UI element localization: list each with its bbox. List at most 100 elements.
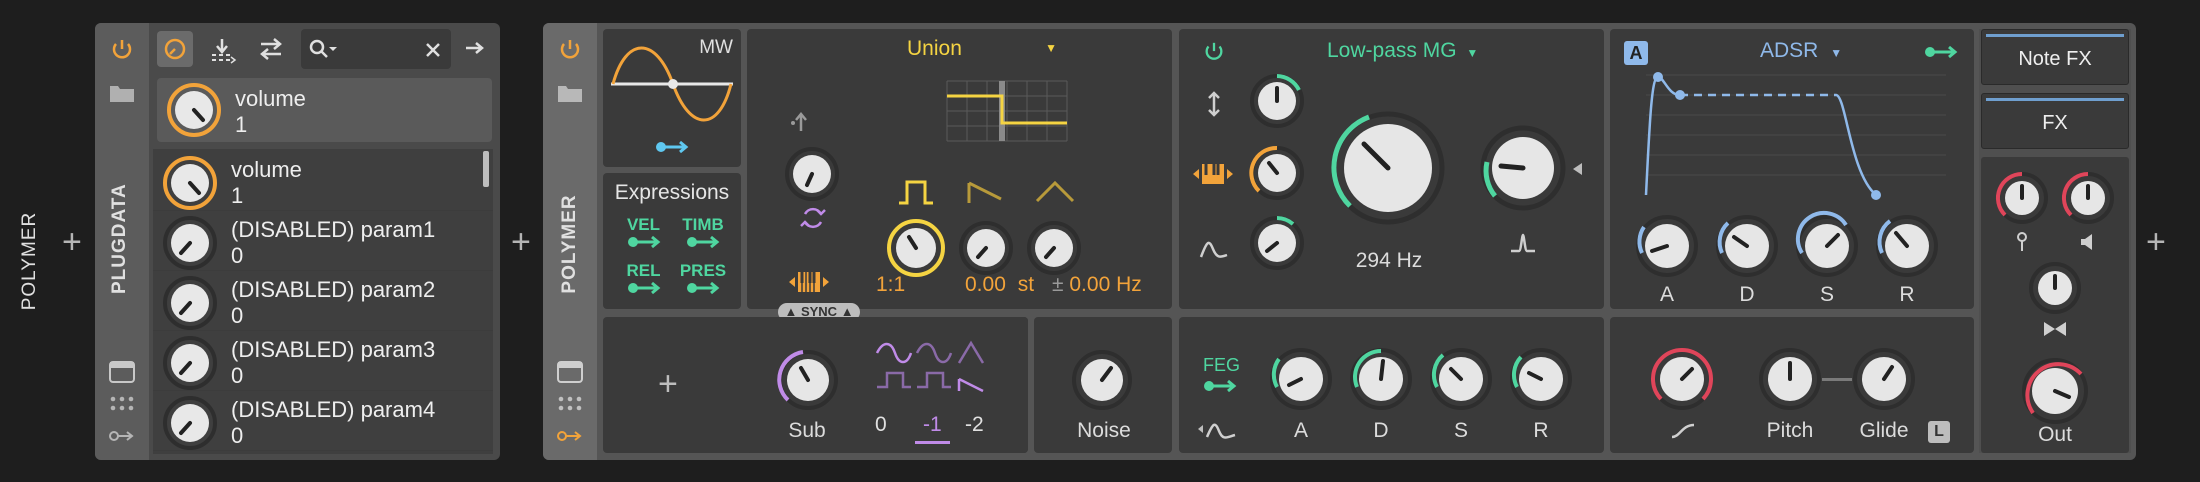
pitch-knob[interactable] <box>1758 347 1822 411</box>
expression-pres[interactable]: PRES <box>678 261 728 300</box>
clear-search-icon[interactable] <box>425 42 441 58</box>
param-knob[interactable] <box>163 276 217 330</box>
param-knob[interactable] <box>163 156 217 210</box>
window-icon[interactable] <box>109 361 135 383</box>
adsr-knob[interactable] <box>1794 210 1860 279</box>
triangle-level-knob[interactable] <box>1027 221 1081 275</box>
resonance-target-icon[interactable] <box>1571 161 1583 177</box>
expression-vel[interactable]: VEL <box>621 215 666 254</box>
output-knob[interactable] <box>2021 357 2089 425</box>
width-knob[interactable] <box>2028 261 2082 315</box>
adsr-envelope-graph[interactable] <box>1644 72 1946 213</box>
saw-level-knob[interactable] <box>959 221 1013 275</box>
feg-knob-r[interactable]: R <box>1509 347 1573 442</box>
square-wave-icon[interactable] <box>897 179 935 205</box>
feg-knob[interactable] <box>1349 347 1413 411</box>
osc-fine-value[interactable]: ± 0.00 Hz <box>1052 273 1142 297</box>
filter-mod1-knob[interactable] <box>1249 73 1305 129</box>
param-knob[interactable] <box>163 396 217 450</box>
volume-knob[interactable] <box>2061 171 2115 225</box>
power-icon[interactable] <box>110 38 134 62</box>
param-row[interactable]: (DISABLED) param2 0 <box>153 271 493 331</box>
swap-arrows-icon[interactable] <box>259 38 283 60</box>
modulators-grid-icon[interactable] <box>558 396 582 414</box>
power-icon[interactable] <box>1203 41 1225 63</box>
plugdata-device-title[interactable]: PLUGDATA <box>109 183 131 294</box>
sub-octave-minus1[interactable]: -1 <box>915 413 950 444</box>
feg-knob[interactable] <box>1269 347 1333 411</box>
modulation-routing-icon[interactable] <box>109 428 135 444</box>
keyboard-tracking-icon[interactable] <box>787 269 831 295</box>
adsr-badge[interactable]: A <box>1624 41 1648 65</box>
sub-level-knob[interactable] <box>777 349 839 411</box>
adsr-knob[interactable] <box>1874 213 1940 279</box>
envelope-shape-icon[interactable] <box>1199 237 1229 259</box>
glide-legato-badge[interactable]: L <box>1928 421 1950 443</box>
filter-type-selector[interactable]: Low-pass MG ▼ <box>1327 39 1478 63</box>
feg-knob-a[interactable]: A <box>1269 347 1333 442</box>
resonance-peak-icon[interactable] <box>1509 233 1537 253</box>
search-input[interactable] <box>301 29 451 69</box>
param-row[interactable]: (DISABLED) param1 0 <box>153 211 493 271</box>
mod-arrow-icon[interactable] <box>1203 379 1237 393</box>
osc-shape-knob[interactable] <box>785 147 839 201</box>
filter-cutoff-knob[interactable] <box>1329 109 1447 227</box>
param-knob[interactable] <box>163 336 217 390</box>
expression-timb[interactable]: TIMB <box>678 215 728 254</box>
selected-param[interactable]: volume 1 <box>157 78 492 142</box>
adsr-title[interactable]: ADSR ▼ <box>1760 39 1842 63</box>
import-params-icon[interactable] <box>210 37 238 64</box>
modulators-grid-icon[interactable] <box>110 396 134 414</box>
adsr-knob[interactable] <box>1714 213 1780 279</box>
osc-pitch-value[interactable]: 0.00 st <box>965 273 1034 297</box>
polymer-device-title[interactable]: POLYMER <box>559 194 581 294</box>
adsr-knob[interactable] <box>1634 213 1700 279</box>
mod-arrow-icon[interactable] <box>1924 45 1958 59</box>
square-level-knob[interactable] <box>887 219 945 277</box>
velocity-knob[interactable] <box>1650 347 1714 411</box>
adsr-knob-s[interactable]: S <box>1794 210 1860 306</box>
param-row[interactable]: (DISABLED) param4 0 <box>153 391 493 451</box>
fx-button[interactable]: FX <box>1981 93 2129 149</box>
adsr-knob-d[interactable]: D <box>1714 213 1780 306</box>
folder-icon[interactable] <box>109 83 135 103</box>
filter-resonance-knob[interactable] <box>1479 124 1567 212</box>
filter-keytrack-knob[interactable] <box>1249 145 1305 201</box>
plugin-ui-button[interactable] <box>157 31 193 67</box>
folder-icon[interactable] <box>557 83 583 103</box>
power-icon[interactable] <box>558 38 582 62</box>
feg-knob[interactable] <box>1429 347 1493 411</box>
saw-wave-icon[interactable] <box>967 179 1005 205</box>
sub-wave-selector[interactable] <box>875 339 985 401</box>
keyboard-tracking-icon[interactable] <box>1191 161 1235 187</box>
add-device-button[interactable]: + <box>62 225 82 259</box>
chain-device-label-polymer[interactable]: POLYMER <box>19 211 41 311</box>
mod-target-icon[interactable] <box>655 139 689 155</box>
osc-waveform-preview[interactable] <box>946 80 1069 142</box>
osc-ratio-value[interactable]: 1:1 <box>876 273 905 297</box>
add-device-button[interactable]: + <box>511 225 531 259</box>
filter-mod3-knob[interactable] <box>1249 215 1305 271</box>
param-row[interactable]: (DISABLED) param3 0 <box>153 331 493 391</box>
arrow-right-icon[interactable] <box>465 40 485 56</box>
sub-octave-minus2[interactable]: -2 <box>965 413 984 437</box>
note-fx-button[interactable]: Note FX <box>1981 29 2129 85</box>
param-knob[interactable] <box>163 216 217 270</box>
envelope-shape-icon[interactable] <box>1197 419 1237 439</box>
modulation-routing-icon[interactable] <box>557 428 583 444</box>
glide-knob[interactable] <box>1852 347 1916 411</box>
adsr-knob-r[interactable]: R <box>1874 213 1940 306</box>
expression-rel[interactable]: REL <box>621 261 666 300</box>
triangle-wave-icon[interactable] <box>1035 179 1075 205</box>
adsr-knob-a[interactable]: A <box>1634 213 1700 306</box>
window-icon[interactable] <box>557 361 583 383</box>
updown-arrow-icon[interactable] <box>1207 91 1221 117</box>
feg-knob-s[interactable]: S <box>1429 347 1493 442</box>
osc-mode-selector[interactable]: Union ▼ <box>907 37 1057 61</box>
sub-octave-0[interactable]: 0 <box>875 413 887 437</box>
param-knob[interactable] <box>167 83 221 137</box>
add-modulator-plus[interactable]: + <box>658 365 678 404</box>
curve-icon[interactable] <box>1670 421 1696 439</box>
pan-knob[interactable] <box>1995 171 2049 225</box>
add-device-button[interactable]: + <box>2146 225 2166 259</box>
